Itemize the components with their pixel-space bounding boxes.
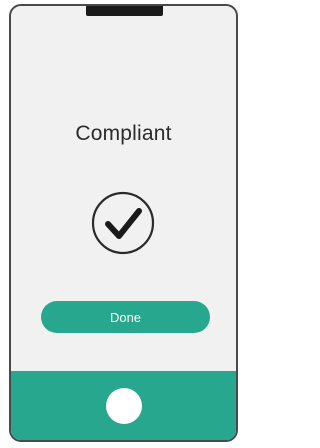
- check-circle-icon: [91, 191, 155, 255]
- phone-frame: Compliant Done: [9, 4, 238, 442]
- done-button[interactable]: Done: [41, 301, 210, 333]
- home-button-icon[interactable]: [106, 388, 142, 424]
- bottom-bar: [11, 371, 236, 440]
- phone-notch: [86, 6, 163, 16]
- page-title: Compliant: [75, 122, 172, 145]
